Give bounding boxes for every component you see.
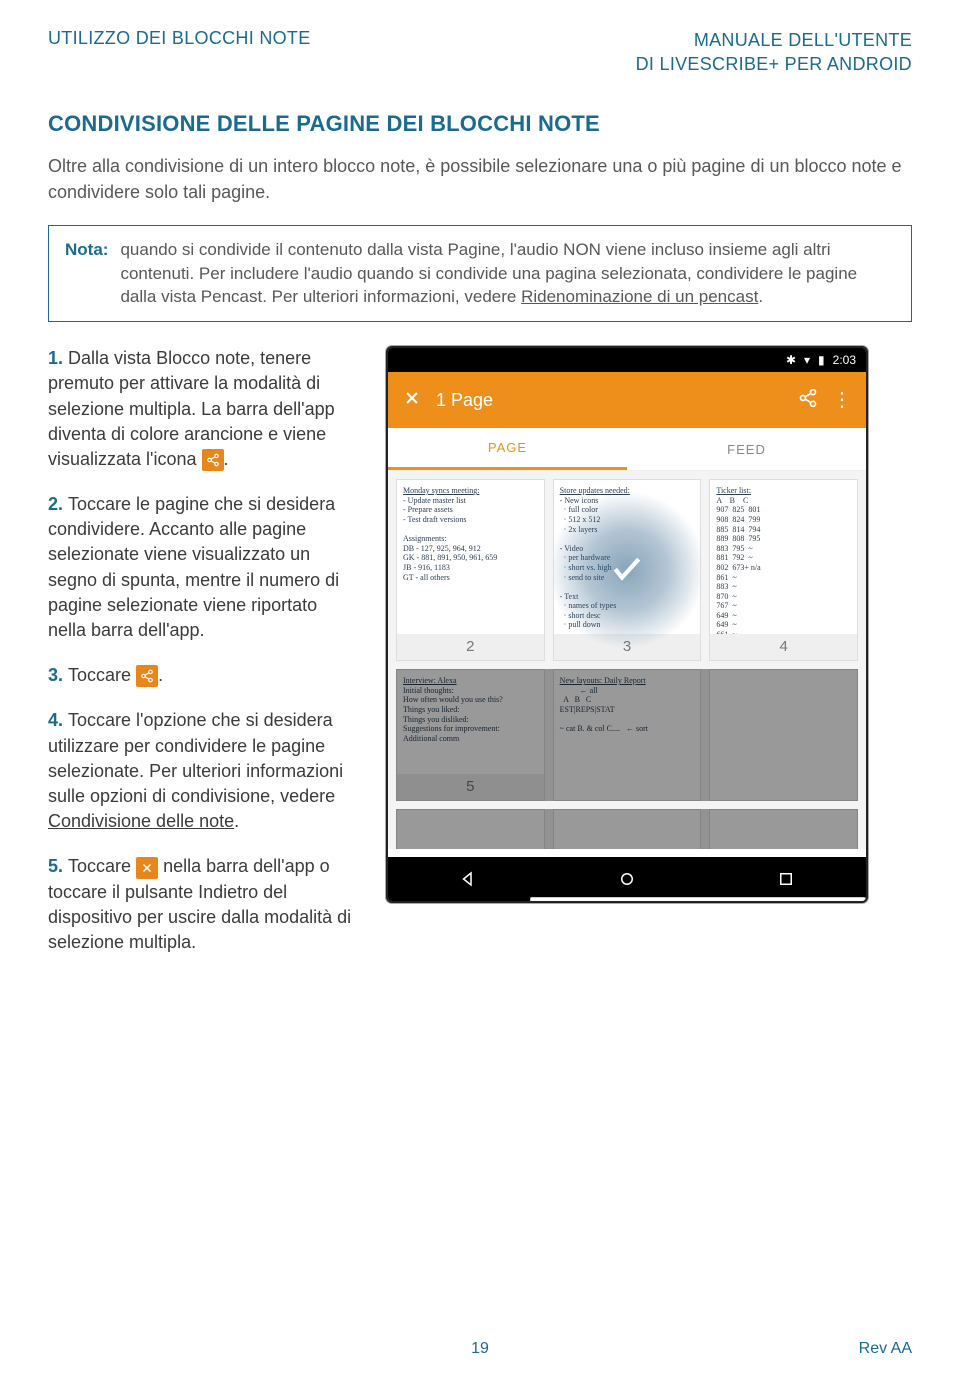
close-icon — [136, 857, 158, 879]
share-icon — [202, 449, 224, 471]
nav-bar — [388, 857, 866, 901]
tabs: PAGE FEED — [388, 428, 866, 471]
share-icon — [136, 665, 158, 687]
page-number-2: 2 — [397, 634, 544, 660]
clock: 2:03 — [833, 353, 856, 367]
page-card-9[interactable] — [553, 809, 702, 849]
header-left: UTILIZZO DEI BLOCCHI NOTE — [48, 28, 311, 77]
check-icon — [607, 548, 647, 593]
step-5: Toccare nella barra dell'app o toccare i… — [48, 854, 358, 955]
nav-home-button[interactable] — [618, 870, 636, 888]
step-2: Toccare le pagine che si desidera condiv… — [48, 492, 358, 643]
bt-status-icon: ✱ — [786, 353, 796, 367]
share-button[interactable] — [798, 388, 818, 413]
page-card-6[interactable]: New layouts: Daily Report ← all A B C ES… — [553, 669, 702, 801]
note-box: Nota: quando si condivide il contenuto d… — [48, 225, 912, 322]
step-1: Dalla vista Blocco note, tenere premuto … — [48, 346, 358, 472]
header-right: MANUALE DELL'UTENTE DI LIVESCRIBE+ PER A… — [636, 28, 912, 77]
nav-recents-button[interactable] — [777, 870, 795, 888]
app-bar: 1 Page ⋮ — [388, 372, 866, 428]
share-sheet: Share Page 3 using... Add to Dropbox And… — [530, 897, 866, 903]
overflow-button[interactable]: ⋮ — [832, 390, 852, 410]
page-number-4: 4 — [710, 634, 857, 660]
nav-back-button[interactable] — [459, 870, 477, 888]
page-number: 19 — [471, 1340, 489, 1358]
link-share-notes[interactable]: Condivisione delle note — [48, 811, 234, 831]
share-sheet-title: Share Page 3 using... — [531, 898, 865, 903]
device-screenshot: ✱ ▾ ▮ 2:03 1 Page ⋮ PAGE FEED — [386, 346, 868, 903]
page-number-3: 3 — [554, 634, 701, 660]
tab-feed[interactable]: FEED — [627, 442, 866, 457]
step-4: Toccare l'opzione che si desidera utiliz… — [48, 708, 358, 834]
note-label: Nota: — [65, 238, 108, 309]
page-card-2[interactable]: Monday syncs meeting:- Update master lis… — [396, 479, 545, 661]
signal-icon: ▾ — [804, 353, 810, 367]
steps-list: Dalla vista Blocco note, tenere premuto … — [48, 346, 358, 955]
page-number-5: 5 — [397, 774, 544, 800]
page-card-8[interactable] — [396, 809, 545, 849]
battery-icon: ▮ — [818, 353, 825, 367]
page-card-5[interactable]: Interview: AlexaInitial thoughts: How of… — [396, 669, 545, 801]
link-rename-pencast[interactable]: Ridenominazione di un pencast — [521, 287, 758, 306]
tab-page[interactable]: PAGE — [388, 428, 627, 470]
revision: Rev AA — [859, 1340, 912, 1358]
status-bar: ✱ ▾ ▮ 2:03 — [388, 348, 866, 372]
page-card-4[interactable]: Ticker list:A B C 907 825 801 908 824 79… — [709, 479, 858, 661]
close-selection-button[interactable] — [402, 388, 422, 413]
selection-count: 1 Page — [436, 390, 784, 411]
page-card-10[interactable] — [709, 809, 858, 849]
page-card-7[interactable] — [709, 669, 858, 801]
page-title: CONDIVISIONE DELLE PAGINE DEI BLOCCHI NO… — [48, 111, 912, 137]
step-3: Toccare . — [48, 663, 358, 688]
intro-paragraph: Oltre alla condivisione di un intero blo… — [48, 153, 912, 205]
page-card-3[interactable]: Store updates needed:- New icons · full … — [553, 479, 702, 661]
